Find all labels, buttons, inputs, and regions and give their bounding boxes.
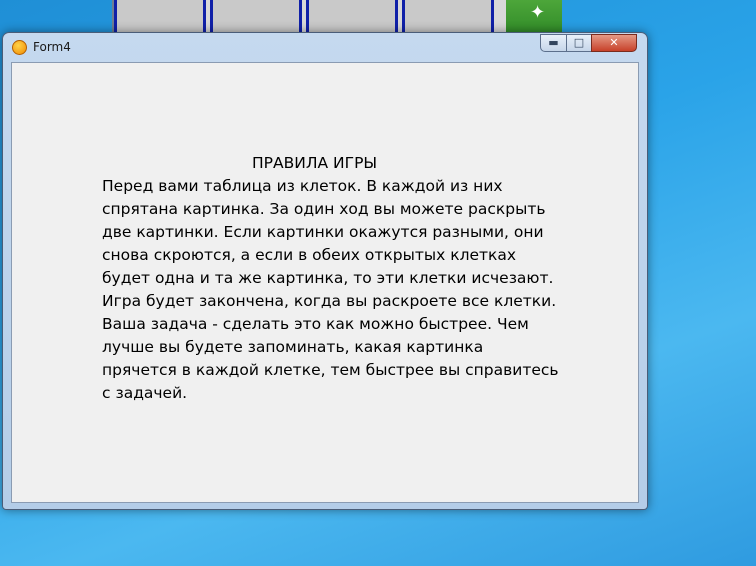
grid-cell [114,0,206,36]
maximize-button[interactable]: □ [566,34,592,52]
minimize-button[interactable]: ▬ [540,34,567,52]
client-area: ПРАВИЛА ИГРЫ Перед вами таблица из клето… [11,62,639,503]
window-title: Form4 [33,40,71,54]
background-window [112,0,508,36]
close-button[interactable]: ✕ [591,34,637,52]
rules-text: Перед вами таблица из клеток. В каждой и… [102,177,559,402]
rules-heading: ПРАВИЛА ИГРЫ [252,154,378,172]
grid-cell [402,0,494,36]
grid-cell [210,0,302,36]
title-bar[interactable]: Form4 ▬ □ ✕ [3,33,647,61]
grid-cell [306,0,398,36]
smiley-icon[interactable] [12,40,27,55]
form4-window: Form4 ▬ □ ✕ ПРАВИЛА ИГРЫ Перед вами табл… [2,32,648,510]
butterfly-icon: ✦ [530,2,546,23]
